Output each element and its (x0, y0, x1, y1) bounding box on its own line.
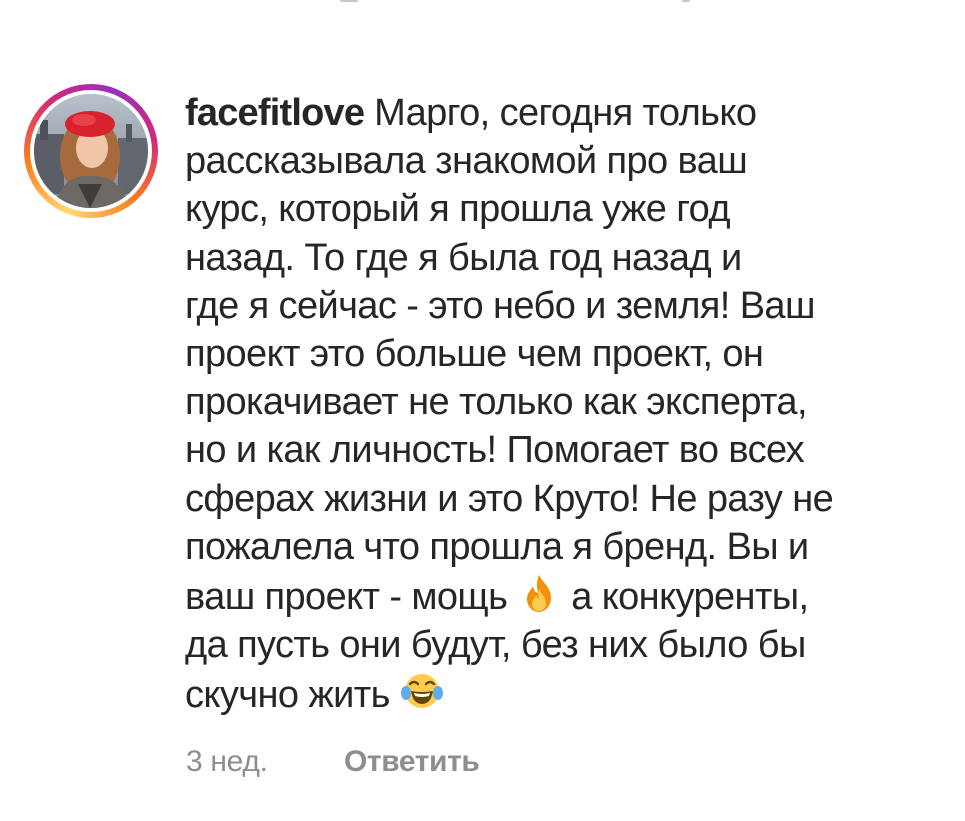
profile-photo (34, 94, 148, 208)
comment-line: сферах жизни и это Круто! Не разу не (185, 477, 834, 520)
comment-line: где я сейчас - это небо и земля! Ваш (185, 284, 815, 327)
fire-emoji-icon (527, 575, 552, 613)
comment-line: пожалела что прошла я бренд. Вы и (185, 525, 809, 568)
comment-line: назад. То где я была год назад и (185, 236, 742, 279)
avatar[interactable] (34, 94, 148, 208)
username-link[interactable]: facefitlove (185, 92, 365, 134)
comment-line: курс, который я прошла уже год (185, 188, 731, 231)
story-ring[interactable] (24, 84, 158, 218)
comment-line: рассказывала знакомой про ваш (185, 140, 748, 183)
comment-line: facefitlove Марго, сегодня только (185, 92, 757, 134)
comment-text: facefitlove Марго, сегодня только расска… (185, 89, 945, 720)
comment-line: проект это больше чем проект, он (185, 333, 764, 376)
comment-line: но и как личность! Помогает во всех (185, 429, 805, 472)
comment-meta: 3 нед. Ответить (186, 745, 480, 779)
comment-item: facefitlove Марго, сегодня только расска… (0, 0, 965, 821)
comment-timestamp: 3 нед. (186, 745, 268, 778)
comment-line: скучно жить (185, 669, 945, 719)
comment-line: прокачивает не только как эксперта, (185, 381, 808, 424)
reply-button[interactable]: Ответить (344, 745, 480, 779)
laughing-tears-emoji-icon (400, 674, 443, 709)
comment-line: ваш проект - мощь а конкуренты, (185, 571, 945, 621)
comment-line: да пусть они будут, без них было бы (185, 624, 806, 667)
